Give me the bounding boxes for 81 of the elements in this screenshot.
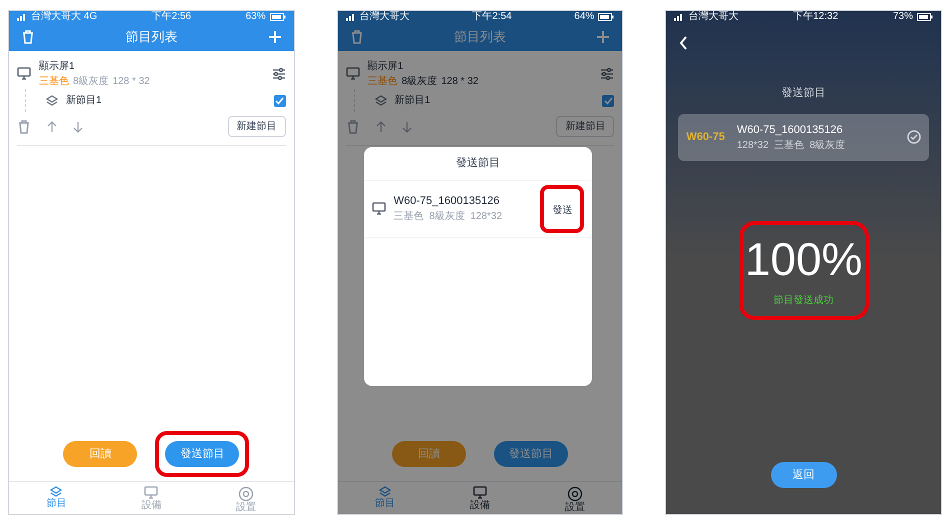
action-button[interactable]: 發送節目 — [165, 441, 240, 467]
check-icon — [275, 96, 284, 105]
progress-percent: 100% — [744, 233, 862, 285]
tab-button[interactable]: 節目 — [46, 486, 66, 514]
signal-icon — [17, 13, 27, 21]
layers-icon — [379, 486, 392, 498]
monitor-icon — [346, 67, 360, 81]
battery-percent: 64% — [574, 11, 594, 23]
device-details: 三基色 8級灰度 128*32 — [394, 210, 504, 224]
gear-icon — [566, 486, 583, 502]
screen-title: 發送節目 — [780, 86, 827, 101]
gear-icon — [238, 486, 254, 502]
arrow-up-icon[interactable] — [376, 120, 386, 134]
tab-button[interactable]: 設備 — [141, 486, 162, 514]
plus-icon[interactable] — [596, 30, 610, 44]
dialog-title: 發送節目 — [364, 147, 592, 180]
send-button[interactable]: 發送 — [548, 202, 576, 218]
checkbox[interactable] — [602, 94, 614, 106]
monitor-icon — [144, 486, 158, 500]
grayscale-label: 8級灰度 — [73, 74, 109, 89]
battery-icon — [598, 13, 614, 21]
layers-icon — [374, 94, 387, 106]
device-name: W60-75_1600135126 — [736, 122, 844, 138]
checkbox[interactable] — [274, 94, 286, 106]
new-program-button[interactable]: 新建節目 — [556, 116, 614, 137]
monitor-icon — [372, 202, 386, 216]
layers-icon — [50, 486, 62, 498]
sliders-icon[interactable] — [600, 67, 614, 81]
sliders-icon[interactable] — [272, 67, 286, 81]
program-name: 新節目1 — [66, 94, 103, 108]
resolution-label: 128 * 32 — [112, 75, 150, 89]
tab-button[interactable]: 設備 — [470, 486, 490, 514]
check-circle-icon — [906, 130, 921, 144]
carrier-name: 台灣大哥大 — [360, 11, 410, 23]
back-button[interactable]: 返回 — [770, 462, 837, 488]
arrow-down-icon[interactable] — [73, 120, 83, 134]
screen-title: 節目列表 — [454, 28, 506, 46]
monitor-icon — [472, 486, 487, 500]
layers-icon — [46, 94, 58, 106]
resolution-label: 128 * 32 — [441, 75, 478, 89]
new-program-button[interactable]: 新建節目 — [228, 116, 286, 137]
action-button[interactable]: 發送節目 — [494, 441, 568, 467]
monitor-icon — [17, 67, 31, 81]
trash-icon — [21, 29, 35, 45]
grayscale-label: 8級灰度 — [402, 74, 438, 89]
carrier-name: 台灣大哥大 4G — [31, 11, 98, 23]
program-item[interactable]: 新節目1 — [354, 89, 614, 112]
battery-icon — [270, 13, 286, 21]
check-icon — [604, 96, 613, 105]
arrow-up-icon[interactable] — [47, 120, 57, 134]
success-message: 節目發送成功 — [774, 294, 834, 308]
trash-icon[interactable] — [17, 118, 31, 134]
action-button[interactable]: 回讀 — [392, 441, 466, 467]
status-time: 下午2:54 — [472, 11, 512, 23]
battery-icon — [916, 13, 933, 21]
display-name: 顯示屏1 — [39, 60, 76, 74]
tab-button[interactable]: 節目 — [375, 486, 396, 514]
tab-button[interactable]: 設置 — [564, 486, 585, 514]
action-button[interactable]: 回讀 — [63, 441, 138, 467]
device-tag: W60-75 — [686, 129, 725, 146]
program-name: 新節目1 — [394, 94, 432, 108]
device-details: 128*32 三基色 8級灰度 — [736, 138, 846, 153]
device-name: W60-75_1600135126 — [394, 194, 500, 209]
status-time: 下午12:32 — [793, 11, 838, 23]
program-item[interactable]: 新節目1 — [25, 89, 286, 112]
color-mode-tag: 三基色 — [39, 74, 69, 89]
screen-title: 節目列表 — [125, 28, 178, 46]
display-name: 顯示屏1 — [368, 60, 404, 74]
back-icon[interactable] — [678, 35, 688, 51]
status-time: 下午2:56 — [152, 11, 192, 23]
battery-percent: 73% — [892, 11, 913, 23]
trash-icon[interactable] — [346, 118, 360, 134]
tab-button[interactable]: 設置 — [236, 486, 256, 514]
arrow-down-icon[interactable] — [402, 120, 412, 134]
plus-icon[interactable] — [268, 30, 282, 44]
color-mode-tag: 三基色 — [368, 74, 398, 89]
carrier-name: 台灣大哥大 — [688, 11, 738, 23]
battery-percent: 63% — [246, 11, 266, 23]
signal-icon — [346, 13, 356, 21]
signal-icon — [674, 13, 684, 21]
trash-icon — [350, 29, 364, 45]
